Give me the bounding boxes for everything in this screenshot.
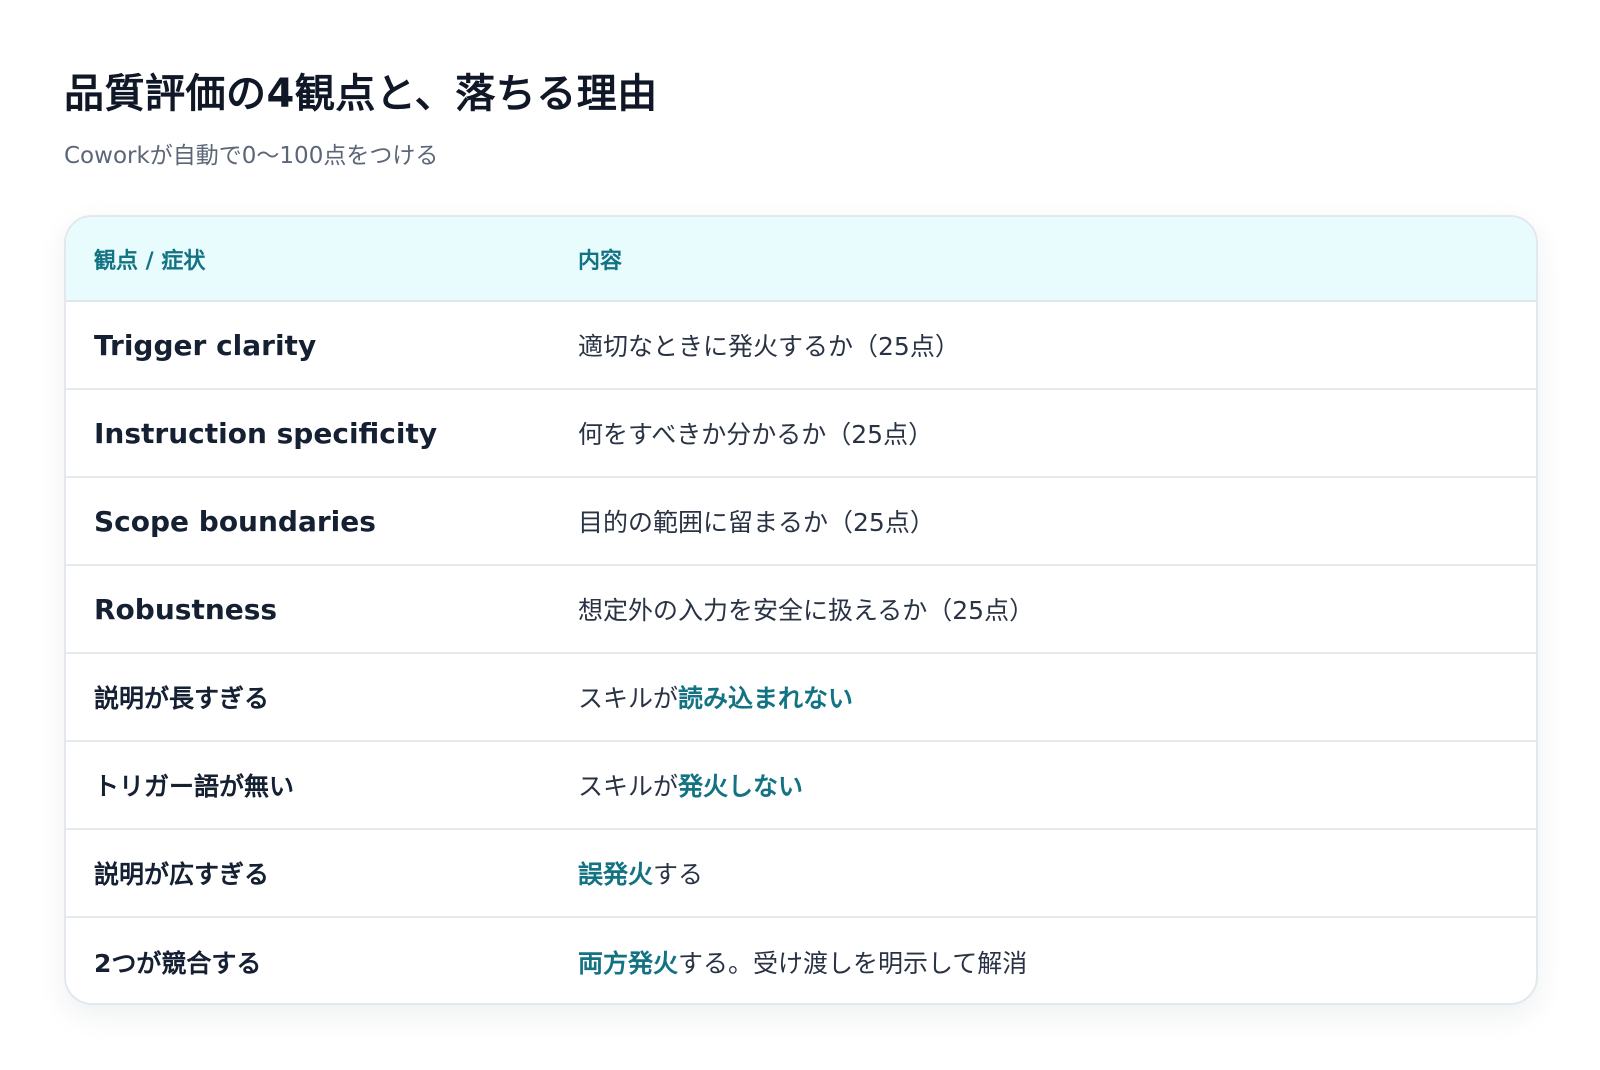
table-header-row: 観点 / 症状 内容 — [66, 217, 1536, 302]
table-row: 説明が広すぎる 誤発火する — [66, 828, 1536, 917]
column-header-aspect: 観点 / 症状 — [66, 217, 550, 302]
row-description: 両方発火する。受け渡しを明示して解消 — [550, 916, 1536, 1003]
row-description: 誤発火する — [550, 828, 1536, 917]
row-symptom: 説明が長すぎる — [66, 652, 550, 741]
table-row: Instruction specificity 何をすべきか分かるか（25点） — [66, 388, 1536, 477]
table-row: Robustness 想定外の入力を安全に扱えるか（25点） — [66, 564, 1536, 653]
table-row: 2つが競合する 両方発火する。受け渡しを明示して解消 — [66, 916, 1536, 1003]
row-description: スキルが読み込まれない — [550, 652, 1536, 741]
description-text: スキルが — [578, 772, 679, 801]
description-text: スキルが — [578, 684, 679, 713]
description-text: 目的の範囲に留まるか（25点） — [578, 508, 935, 537]
description-text: 想定外の入力を安全に扱えるか（25点） — [578, 596, 1035, 625]
row-description: 適切なときに発火するか（25点） — [550, 301, 1536, 389]
description-text: 何をすべきか分かるか（25点） — [578, 420, 934, 449]
description-highlight: 読み込まれない — [678, 684, 854, 713]
row-aspect: Robustness — [66, 564, 550, 653]
column-header-description: 内容 — [550, 217, 1536, 302]
evaluation-table-card: 観点 / 症状 内容 Trigger clarity 適切なときに発火するか（2… — [64, 215, 1538, 1005]
table-row: トリガー語が無い スキルが発火しない — [66, 740, 1536, 829]
row-symptom: 説明が広すぎる — [66, 828, 550, 917]
table-row: 説明が長すぎる スキルが読み込まれない — [66, 652, 1536, 741]
row-description: 何をすべきか分かるか（25点） — [550, 388, 1536, 477]
table-row: Trigger clarity 適切なときに発火するか（25点） — [66, 301, 1536, 389]
description-suffix: する。受け渡しを明示して解消 — [678, 948, 1028, 978]
row-aspect: Scope boundaries — [66, 476, 550, 565]
evaluation-table: 観点 / 症状 内容 Trigger clarity 適切なときに発火するか（2… — [66, 217, 1536, 1003]
description-highlight: 誤発火 — [578, 860, 654, 889]
row-symptom: トリガー語が無い — [66, 740, 550, 829]
row-aspect: Trigger clarity — [94, 328, 317, 362]
page-subtitle: Coworkが自動で0〜100点をつける — [64, 143, 439, 169]
row-description: 目的の範囲に留まるか（25点） — [550, 476, 1536, 565]
description-highlight: 発火しない — [678, 772, 804, 801]
row-description: 想定外の入力を安全に扱えるか（25点） — [550, 564, 1536, 653]
page-title: 品質評価の4観点と、落ちる理由 — [64, 71, 658, 117]
description-highlight: 両方発火 — [578, 948, 679, 978]
description-text: 適切なときに発火するか（25点） — [578, 332, 960, 361]
row-symptom: 2つが競合する — [66, 916, 550, 1003]
table-row: Scope boundaries 目的の範囲に留まるか（25点） — [66, 476, 1536, 565]
row-description: スキルが発火しない — [550, 740, 1536, 829]
row-aspect: Instruction specificity — [66, 388, 550, 477]
description-suffix: する — [653, 860, 704, 889]
